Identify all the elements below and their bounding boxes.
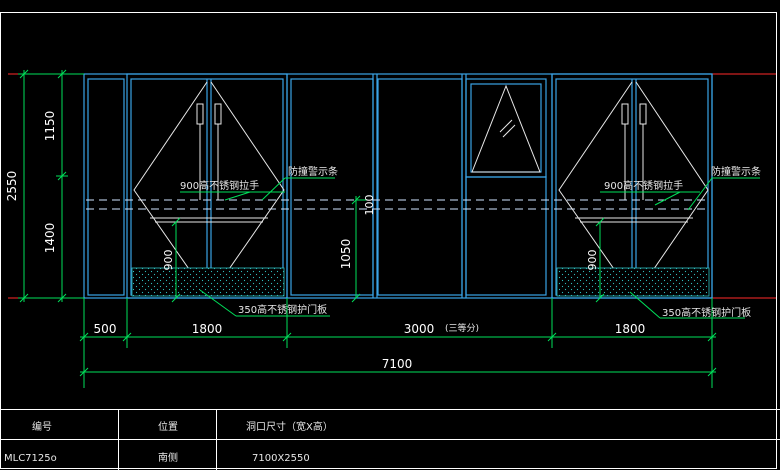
label-warning-strip-right: 防撞警示条 — [711, 165, 761, 178]
dim-lower-height: 1400 — [43, 223, 57, 254]
dim-mid-height: 1050 — [339, 239, 353, 270]
drawing-border — [0, 12, 777, 469]
transom-band — [86, 199, 710, 210]
dim-total-height: 2550 — [5, 171, 19, 202]
dim-width-3000-note: (三等分) — [445, 322, 479, 334]
dim-kick-height-left: 900 — [162, 250, 175, 271]
dim-width-3000: 3000 — [404, 322, 435, 336]
dim-total-width: 7100 — [382, 357, 413, 371]
schedule-cell-location: 南侧 — [158, 451, 178, 464]
cad-drawing: 2550 1150 1400 100 1050 900 900 500 1800… — [0, 12, 780, 470]
right-kickplate — [556, 267, 710, 297]
dim-transom-height: 100 — [363, 195, 376, 216]
label-warning-strip-left: 防撞警示条 — [288, 165, 338, 178]
left-kickplate — [131, 267, 285, 297]
right-door-handles — [575, 103, 693, 223]
left-door-handles — [150, 103, 268, 223]
schedule-header-location: 位置 — [158, 420, 178, 433]
schedule-table — [0, 409, 780, 470]
schedule-header-size: 洞口尺寸（宽X高） — [246, 420, 333, 433]
label-handle-right: 900高不锈钢拉手 — [604, 179, 683, 192]
label-kickplate-right: 350高不锈钢护门板 — [662, 306, 751, 319]
dim-width-1800-left: 1800 — [192, 322, 223, 336]
dim-width-1800-right: 1800 — [615, 322, 646, 336]
schedule-cell-size: 7100X2550 — [252, 453, 310, 464]
dim-kick-height-right: 900 — [586, 250, 599, 271]
label-kickplate-left: 350高不锈钢护门板 — [238, 303, 327, 316]
horizontal-dimension-lines — [79, 298, 717, 388]
label-handle-left: 900高不锈钢拉手 — [180, 179, 259, 192]
dim-width-500: 500 — [94, 322, 117, 336]
window-opening-mark — [471, 84, 541, 173]
schedule-header-id: 编号 — [32, 420, 52, 433]
leader-lines — [180, 177, 760, 319]
vertical-dimension-lines — [18, 69, 605, 303]
schedule-cell-id: MLC7125o — [4, 453, 57, 464]
dim-upper-height: 1150 — [43, 111, 57, 142]
